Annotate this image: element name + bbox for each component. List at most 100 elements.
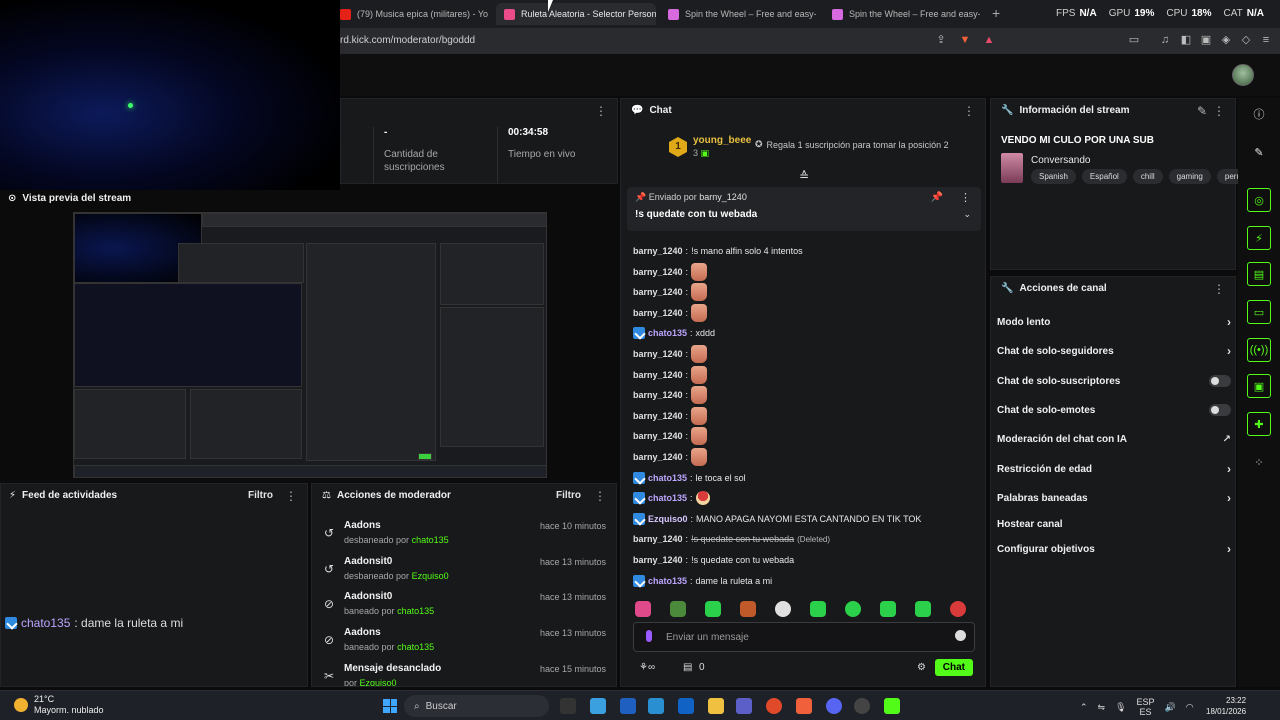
mic-icon[interactable]: 🎙 — [1115, 702, 1126, 713]
url-field[interactable]: rd.kick.com/moderator/bgoddd — [340, 35, 475, 46]
emote-button[interactable] — [915, 601, 931, 617]
stream-tag[interactable]: Español — [1081, 169, 1127, 184]
chat-message[interactable]: barny_1240: — [633, 303, 708, 323]
wallet-icon[interactable]: ▣ — [1199, 33, 1213, 47]
chat-message[interactable]: barny_1240: — [633, 282, 708, 302]
chat-send-button[interactable]: Chat — [934, 659, 973, 676]
chat-username[interactable]: barny_1240 — [633, 534, 683, 544]
vpn-icon[interactable]: ◈ — [1219, 33, 1233, 47]
chat-message[interactable]: barny_1240: !s mano alfin solo 4 intentos — [633, 241, 803, 261]
copilot-icon[interactable] — [590, 698, 606, 714]
share-icon[interactable]: ⇪ — [934, 33, 948, 47]
mod-action-row[interactable]: ↺ Aadonsit0 desbaneado por Ezquiso0 hace 13… — [322, 554, 612, 588]
teams-icon[interactable] — [736, 698, 752, 714]
channel-action-row[interactable]: Modo lento › — [997, 311, 1231, 333]
channel-action-row[interactable]: Chat de solo-seguidores › — [997, 340, 1231, 362]
modactions-filter-button[interactable]: Filtro — [556, 490, 581, 501]
mic-icon[interactable] — [646, 630, 652, 642]
outlook-icon[interactable] — [678, 698, 694, 714]
chat-username[interactable]: barny_1240 — [633, 555, 683, 565]
wifi-icon[interactable]: ◠ — [1186, 702, 1194, 713]
browser-tab[interactable]: Spin the Wheel – Free and easy-to-use — [824, 3, 980, 25]
emote-button[interactable] — [845, 601, 861, 617]
stream-tag[interactable]: Spanish — [1031, 169, 1076, 184]
chat-settings-icon[interactable]: ⚙ — [917, 662, 926, 673]
edit-icon[interactable]: ✎ — [1197, 104, 1207, 118]
infinity-icon[interactable]: ⚘∞ — [639, 662, 655, 673]
tool-icon[interactable]: ✚ — [1247, 412, 1271, 436]
clock[interactable]: 23:22 18/01/2026 — [1206, 695, 1246, 717]
chat-username[interactable]: barny_1240 — [633, 390, 683, 400]
stream-category[interactable]: Conversando — [1031, 155, 1090, 166]
mod-action-target[interactable]: Aadons — [344, 520, 381, 531]
chat-message[interactable]: Ezquiso0: MANO APAGA NAYOMI ESTA CANTANDO… — [633, 509, 921, 529]
chat-input-box[interactable] — [633, 622, 975, 652]
chat-message[interactable]: barny_1240: — [633, 406, 708, 426]
channel-action-row[interactable]: Chat de solo-emotes — [997, 399, 1231, 421]
chevron-up-icon[interactable]: ⌃ — [1080, 702, 1088, 713]
edge-icon[interactable] — [648, 698, 664, 714]
mod-action-target[interactable]: Aadons — [344, 627, 381, 638]
channel-action-row[interactable]: Restricción de edad › — [997, 458, 1231, 480]
info-icon[interactable]: ⓘ — [1247, 102, 1271, 126]
emote-button[interactable] — [775, 601, 791, 617]
chat-username[interactable]: barny_1240 — [633, 349, 683, 359]
chat-username[interactable]: barny_1240 — [633, 246, 683, 256]
emote-button[interactable] — [740, 601, 756, 617]
chat-message[interactable]: barny_1240: — [633, 447, 708, 467]
mod-action-target[interactable]: Aadonsit0 — [344, 591, 392, 602]
more-options-icon[interactable]: ⋮ — [595, 104, 607, 118]
windows-start-icon[interactable] — [383, 699, 397, 713]
browser-tab[interactable]: Spin the Wheel – Free and easy-to-use — [660, 3, 816, 25]
emoji-picker-icon[interactable] — [955, 630, 966, 641]
chat-message[interactable]: barny_1240: — [633, 385, 708, 405]
media-icon[interactable]: ♫ — [1158, 33, 1172, 47]
chat-message[interactable]: chato135: xddd — [633, 323, 715, 343]
store-icon[interactable] — [620, 698, 636, 714]
broadcast-icon[interactable]: ((•)) — [1247, 338, 1271, 362]
chat-message[interactable]: chato135: dame la ruleta a mi — [633, 571, 772, 591]
emote-button[interactable] — [705, 601, 721, 617]
chat-message[interactable]: chato135: le toca el sol — [633, 468, 746, 488]
chrome-icon[interactable] — [766, 698, 782, 714]
chat-username[interactable]: barny_1240 — [633, 452, 683, 462]
channel-menu-icon[interactable]: ⋮ — [1213, 282, 1225, 296]
chat-menu-icon[interactable]: ⋮ — [963, 104, 975, 118]
shield-icon[interactable]: ◇ — [1239, 33, 1253, 47]
browser-tab[interactable]: Ruleta Aleatoria - Selector Personalizad… — [496, 3, 656, 25]
mod-action-target[interactable]: Mensaje desanclado — [344, 663, 441, 674]
chat-username[interactable]: barny_1240 — [633, 370, 683, 380]
task-view-icon[interactable] — [560, 698, 576, 714]
language-indicator[interactable]: ESP ES — [1137, 697, 1155, 717]
chat-message[interactable]: barny_1240: — [633, 365, 708, 385]
discord-icon[interactable] — [826, 698, 842, 714]
obs-icon[interactable] — [854, 698, 870, 714]
browser-tab[interactable]: (79) Musica epica (militares) - YouTube — [332, 3, 488, 25]
feed-filter-button[interactable]: Filtro — [248, 490, 273, 501]
document-icon[interactable]: ▤ — [1247, 262, 1271, 286]
chat-username[interactable]: chato135 — [648, 328, 687, 338]
feed-user[interactable]: chato135 — [21, 616, 70, 630]
brave-shield-icon[interactable]: ▼ — [958, 33, 972, 47]
chat-input[interactable] — [666, 629, 946, 645]
menu-icon[interactable]: ≡ — [1259, 33, 1273, 47]
users-icon[interactable]: ⁘ — [1247, 450, 1271, 474]
avatar[interactable] — [1232, 64, 1254, 86]
chat-username[interactable]: barny_1240 — [633, 308, 683, 318]
channel-action-row[interactable]: Chat de solo-suscriptores — [997, 370, 1231, 392]
chat-username[interactable]: Ezquiso0 — [648, 514, 688, 524]
chat-message[interactable]: barny_1240: !s quedate con tu webada — [633, 550, 794, 570]
emote-button[interactable] — [670, 601, 686, 617]
kick-app-icon[interactable] — [884, 698, 900, 714]
brave-icon[interactable] — [796, 698, 812, 714]
emote-button[interactable] — [950, 601, 966, 617]
stream-tag[interactable]: chill — [1132, 169, 1163, 184]
collapse-icon[interactable]: ≙ — [799, 169, 809, 183]
mod-action-row[interactable]: ⊘ Aadons baneado por chato135 hace 13 minut… — [322, 625, 612, 659]
brave-rewards-icon[interactable]: ▲ — [982, 33, 996, 47]
new-tab-button[interactable]: + — [992, 5, 1000, 21]
stream-preview-video[interactable] — [73, 212, 547, 478]
mod-action-target[interactable]: Aadonsit0 — [344, 556, 392, 567]
emote-button[interactable] — [880, 601, 896, 617]
chevron-down-icon[interactable]: ⌄ — [963, 209, 971, 220]
